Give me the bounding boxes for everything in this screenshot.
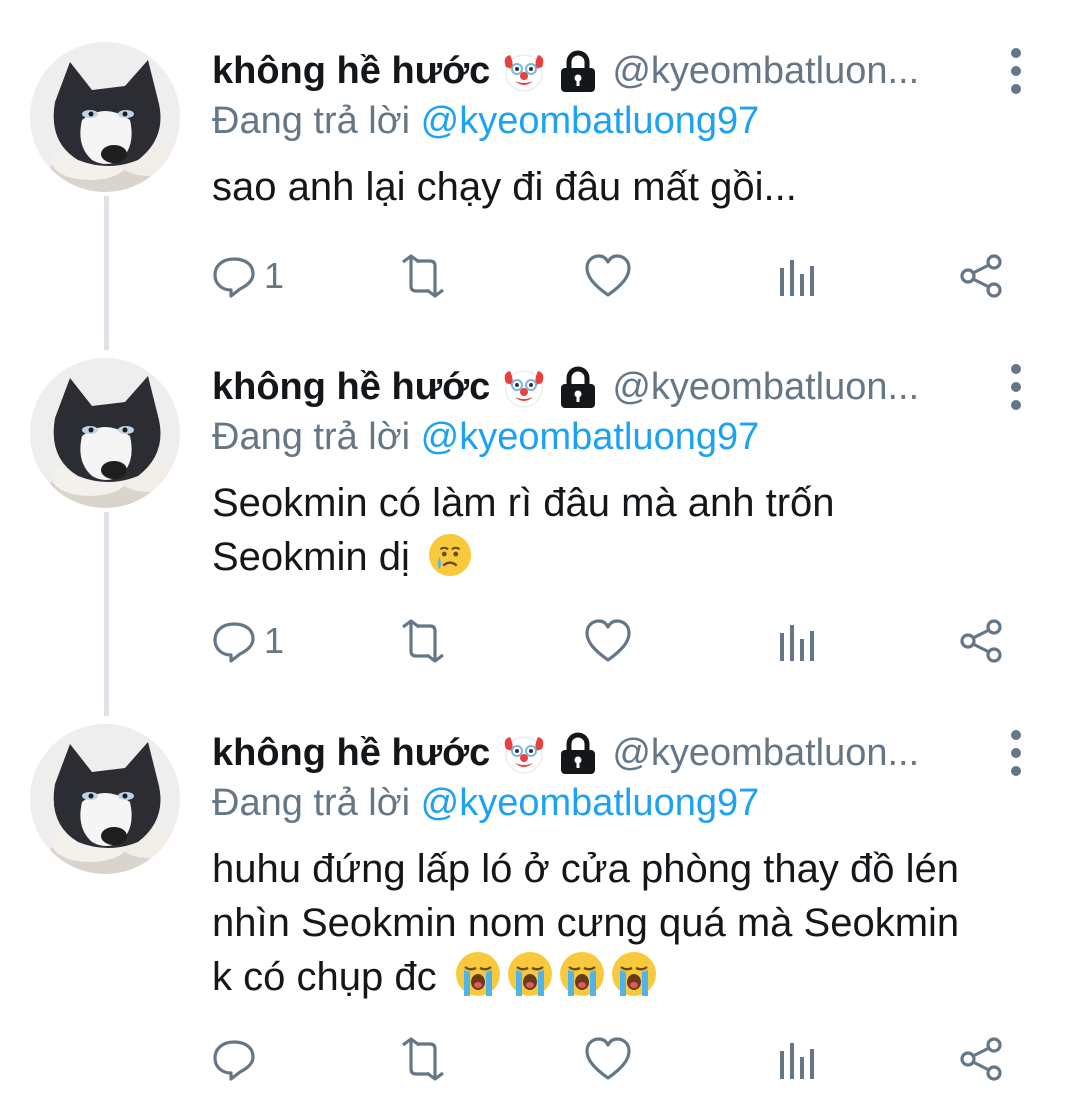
share-button[interactable] (958, 251, 1004, 301)
tweet-text-line: Seokmin có làm rì đâu mà anh trốn (212, 481, 835, 525)
replying-to: Đang trả lời @kyeombatluong97 (212, 100, 759, 143)
tweet-text-line-wrap: Seokmin dị (212, 530, 1052, 584)
reply-count: 1 (264, 620, 285, 661)
user-handle[interactable]: @kyeombatluon... (612, 366, 919, 409)
tweet-text-line: huhu đứng lấp ló ở cửa phòng thay đồ lén (212, 847, 959, 891)
analytics-button[interactable] (776, 616, 816, 666)
heart-icon (584, 619, 632, 663)
share-icon (958, 253, 1004, 299)
analytics-button[interactable] (776, 251, 816, 301)
reply-button[interactable]: 1 (212, 616, 284, 666)
clown-face-icon (500, 363, 548, 411)
husky-avatar-image (30, 724, 180, 874)
tweet-2[interactable]: không hề hước @kyeombatluon... Đang trả … (0, 316, 1080, 716)
loudly-crying-face-icon (506, 950, 554, 998)
replying-to: Đang trả lời @kyeombatluong97 (212, 416, 759, 459)
tweet-text-line: nhìn Seokmin nom cưng quá mà Seokmin (212, 901, 960, 945)
lock-icon (558, 731, 598, 775)
tweet-text-line: Seokmin dị (212, 535, 410, 579)
user-handle[interactable]: @kyeombatluon... (612, 732, 919, 775)
avatar[interactable] (30, 42, 180, 192)
tweet-text-line-wrap: k có chụp đc (212, 950, 1052, 1004)
analytics-icon (776, 619, 816, 663)
analytics-button[interactable] (776, 1034, 816, 1084)
retweet-button[interactable] (395, 251, 451, 301)
tweet-1[interactable]: không hề hước @kyeombatluon... Đang trả … (0, 0, 1080, 350)
tweet-text-line: sao anh lại chạy đi đâu mất gồi... (212, 165, 797, 209)
tweet-actions (212, 1034, 1032, 1084)
husky-avatar-image (30, 42, 180, 192)
loudly-crying-face-icon (558, 950, 606, 998)
avatar[interactable] (30, 358, 180, 508)
loudly-crying-face-icon (610, 950, 658, 998)
replying-to-label: Đang trả lời (212, 100, 411, 142)
tweet-3[interactable]: không hề hước @kyeombatluon... Đang trả … (0, 682, 1080, 1097)
share-icon (958, 618, 1004, 664)
reply-button[interactable] (212, 1034, 264, 1084)
clown-face-icon (500, 47, 548, 95)
share-button[interactable] (958, 1034, 1004, 1084)
tweet-text: huhu đứng lấp ló ở cửa phòng thay đồ lén… (212, 842, 1052, 1004)
tweet-text-line: k có chụp đc (212, 955, 437, 999)
retweet-icon (395, 254, 451, 298)
avatar[interactable] (30, 724, 180, 874)
reply-mention-link[interactable]: @kyeombatluong97 (421, 100, 760, 142)
lock-icon (558, 365, 598, 409)
more-options-icon[interactable] (1003, 362, 1029, 412)
replying-to: Đang trả lời @kyeombatluong97 (212, 782, 759, 825)
user-handle[interactable]: @kyeombatluon... (612, 50, 919, 93)
heart-icon (584, 1037, 632, 1081)
lock-icon (558, 49, 598, 93)
clown-face-icon (500, 729, 548, 777)
analytics-icon (776, 254, 816, 298)
like-button[interactable] (584, 251, 632, 301)
reply-count: 1 (264, 255, 285, 296)
crying-face-icon (427, 532, 473, 578)
tweet-header: không hề hước @kyeombatluon... (212, 728, 919, 778)
tweet-header: không hề hước @kyeombatluon... (212, 46, 919, 96)
replying-to-label: Đang trả lời (212, 782, 411, 824)
reply-button[interactable]: 1 (212, 251, 284, 301)
reply-mention-link[interactable]: @kyeombatluong97 (421, 416, 760, 458)
tweet-header: không hề hước @kyeombatluon... (212, 362, 919, 412)
tweet-text: Seokmin có làm rì đâu mà anh trốn Seokmi… (212, 476, 1052, 584)
reply-icon (212, 1037, 256, 1081)
like-button[interactable] (584, 616, 632, 666)
replying-to-label: Đang trả lời (212, 416, 411, 458)
more-options-icon[interactable] (1003, 46, 1029, 96)
reply-icon (212, 254, 256, 298)
more-options-icon[interactable] (1003, 728, 1029, 778)
retweet-icon (395, 619, 451, 663)
like-button[interactable] (584, 1034, 632, 1084)
tweet-actions: 1 (212, 616, 1032, 666)
loudly-crying-face-icon (454, 950, 502, 998)
share-icon (958, 1036, 1004, 1082)
reply-mention-link[interactable]: @kyeombatluong97 (421, 782, 760, 824)
retweet-button[interactable] (395, 1034, 451, 1084)
retweet-icon (395, 1037, 451, 1081)
display-name[interactable]: không hề hước (212, 366, 490, 409)
heart-icon (584, 254, 632, 298)
tweet-actions: 1 (212, 251, 1032, 301)
reply-icon (212, 619, 256, 663)
display-name[interactable]: không hề hước (212, 50, 490, 93)
share-button[interactable] (958, 616, 1004, 666)
husky-avatar-image (30, 358, 180, 508)
tweet-text: sao anh lại chạy đi đâu mất gồi... (212, 160, 1052, 214)
analytics-icon (776, 1037, 816, 1081)
display-name[interactable]: không hề hước (212, 732, 490, 775)
retweet-button[interactable] (395, 616, 451, 666)
